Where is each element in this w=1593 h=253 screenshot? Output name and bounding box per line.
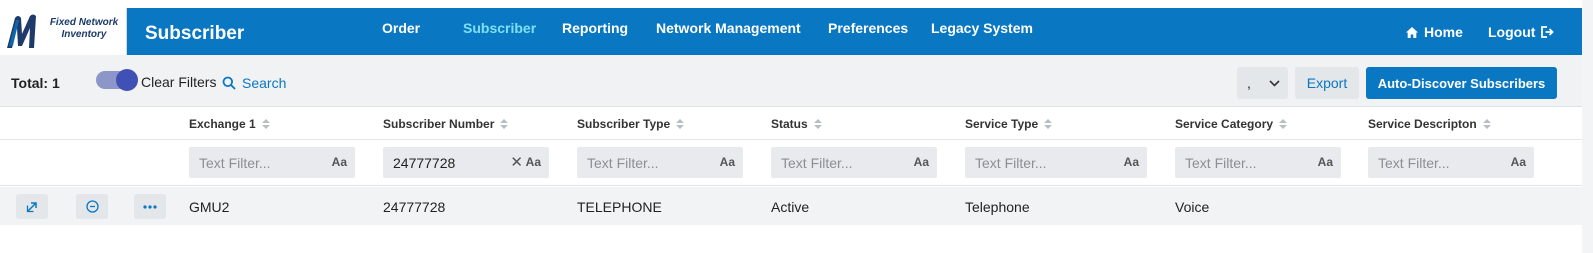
filter-input-service-description[interactable] — [1378, 147, 1488, 178]
row-menu-button[interactable] — [134, 194, 166, 219]
match-case-icon[interactable]: Aa — [526, 155, 541, 169]
clear-filter-icon[interactable]: ✕ — [510, 153, 523, 171]
logout-icon — [1541, 26, 1555, 38]
filter-input-service-category[interactable] — [1185, 147, 1295, 178]
column-header-label: Exchange 1 — [189, 117, 256, 131]
match-case-icon[interactable]: Aa — [720, 155, 735, 169]
nav-reporting[interactable]: Reporting — [562, 20, 628, 36]
logout-label: Logout — [1488, 24, 1536, 40]
column-select-dropdown[interactable]: , — [1237, 67, 1288, 99]
search-label: Search — [242, 75, 287, 91]
filter-subscriber-type: Aa — [577, 147, 743, 178]
chevron-down-icon — [1269, 79, 1280, 87]
filter-input-service-type[interactable] — [975, 147, 1085, 178]
filter-status: Aa — [771, 147, 937, 178]
app-logo[interactable]: Fixed Network Inventory — [0, 8, 127, 55]
column-header-label: Subscriber Type — [577, 117, 671, 131]
dropdown-value: , — [1247, 75, 1251, 91]
match-case-icon[interactable]: Aa — [1124, 155, 1139, 169]
sort-icon — [676, 119, 685, 129]
column-header-service-type[interactable]: Service Type — [965, 117, 1053, 131]
column-header-label: Service Descripton — [1368, 117, 1477, 131]
nav-subscriber[interactable]: Subscriber — [463, 20, 536, 36]
home-icon — [1406, 26, 1418, 38]
export-button[interactable]: Export — [1295, 67, 1359, 99]
sort-icon — [1044, 119, 1053, 129]
cell-service-category: Voice — [1175, 199, 1210, 215]
filter-subscriber-number: ✕ Aa — [383, 147, 549, 178]
home-link[interactable]: Home — [1405, 24, 1463, 40]
filter-exchange: Aa — [189, 147, 355, 178]
sort-icon — [1279, 119, 1288, 129]
cell-service-type: Telephone — [965, 199, 1030, 215]
nav-legacy-system[interactable]: Legacy System — [931, 20, 1033, 36]
match-case-icon[interactable]: Aa — [1318, 155, 1333, 169]
toggle-knob — [116, 69, 138, 91]
open-subscriber-button[interactable] — [16, 194, 48, 219]
filter-service-category: Aa — [1175, 147, 1341, 178]
column-header-service-description[interactable]: Service Descripton — [1368, 117, 1491, 131]
match-case-icon[interactable]: Aa — [914, 155, 929, 169]
column-header-label: Subscriber Number — [383, 117, 495, 131]
scrollbar-track[interactable] — [1582, 0, 1593, 253]
column-header-status[interactable]: Status — [771, 117, 822, 131]
filter-row: Aa ✕ Aa Aa Aa Aa Aa Aa — [0, 141, 1582, 186]
row-options-button[interactable] — [76, 194, 108, 219]
clear-filters-label[interactable]: Clear Filters — [141, 74, 216, 90]
nav-network-management[interactable]: Network Management — [656, 20, 801, 36]
more-circle-icon — [85, 200, 99, 213]
match-case-icon[interactable]: Aa — [1511, 155, 1526, 169]
column-header-service-category[interactable]: Service Category — [1175, 117, 1288, 131]
column-header-subscriber-type[interactable]: Subscriber Type — [577, 117, 685, 131]
cell-subscriber-type: TELEPHONE — [577, 199, 662, 215]
search-icon — [222, 76, 236, 90]
cell-exchange: GMU2 — [189, 199, 230, 215]
grid-toolbar: Total: 1 Clear Filters Search , Export A… — [0, 55, 1582, 107]
logout-link[interactable]: Logout — [1488, 24, 1555, 40]
cell-status: Active — [771, 199, 810, 215]
column-header-subscriber-number[interactable]: Subscriber Number — [383, 117, 509, 131]
search-button[interactable]: Search — [222, 75, 286, 91]
nav-preferences[interactable]: Preferences — [828, 20, 908, 36]
grid-header-row: Exchange 1 Subscriber Number Subscriber … — [0, 108, 1582, 140]
external-link-icon — [26, 201, 37, 212]
column-header-exchange[interactable]: Exchange 1 — [189, 117, 270, 131]
filter-input-subscriber-type[interactable] — [587, 147, 697, 178]
sort-icon — [813, 119, 822, 129]
page-title: Subscriber — [145, 23, 245, 44]
sort-icon — [500, 119, 509, 129]
sort-icon — [1482, 119, 1491, 129]
auto-discover-button[interactable]: Auto-Discover Subscribers — [1366, 67, 1557, 99]
column-header-label: Service Type — [965, 117, 1039, 131]
filters-toggle[interactable] — [96, 69, 138, 91]
filter-input-subscriber-number[interactable] — [393, 147, 503, 178]
home-label: Home — [1424, 24, 1463, 40]
more-dots-icon — [143, 204, 157, 209]
column-header-label: Status — [771, 117, 808, 131]
filter-input-status[interactable] — [781, 147, 891, 178]
logo-text-line2: Inventory — [61, 29, 107, 40]
total-count: Total: 1 — [11, 75, 60, 91]
logo-text-line1: Fixed Network — [49, 17, 119, 28]
filter-service-description: Aa — [1368, 147, 1534, 178]
logo-text: Fixed Network Inventory — [44, 17, 124, 41]
nav-order[interactable]: Order — [382, 20, 420, 36]
filter-input-exchange[interactable] — [199, 147, 309, 178]
column-header-label: Service Category — [1175, 117, 1274, 131]
match-case-icon[interactable]: Aa — [332, 155, 347, 169]
sort-icon — [261, 119, 270, 129]
table-row[interactable]: GMU2 24777728 TELEPHONE Active Telephone… — [0, 187, 1582, 225]
logo-icon — [7, 14, 36, 48]
filter-service-type: Aa — [965, 147, 1147, 178]
cell-subscriber-number: 24777728 — [383, 199, 446, 215]
